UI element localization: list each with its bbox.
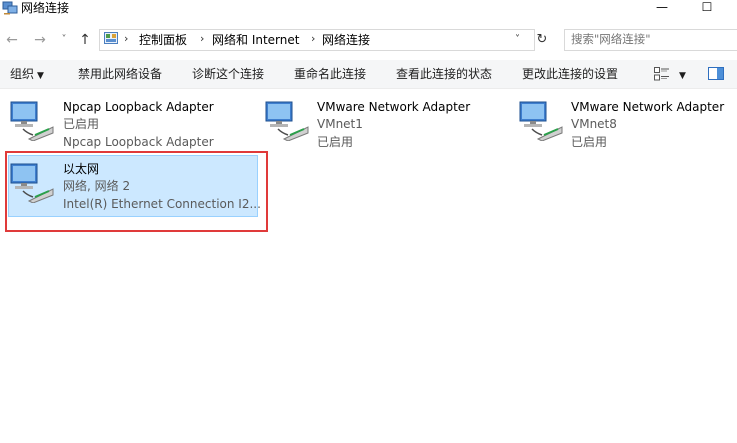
rename-connection-button[interactable]: 重命名此连接 <box>294 66 366 82</box>
window-title: 网络连接 <box>21 1 70 15</box>
control-panel-icon <box>104 32 118 44</box>
search-box[interactable] <box>564 29 737 51</box>
connection-device: 已启用 <box>571 135 608 149</box>
maximize-button[interactable]: ☐ <box>695 0 719 16</box>
recent-locations-button[interactable]: ˅ <box>54 30 74 50</box>
connection-device: 已启用 <box>317 135 354 149</box>
network-adapter-icon <box>10 101 54 141</box>
refresh-button[interactable]: ↻ <box>534 30 550 50</box>
organize-menu[interactable]: 组织 ▼ <box>10 66 44 84</box>
network-adapter-icon <box>519 101 563 141</box>
title-bar: 网络连接 — ☐ <box>0 0 737 18</box>
breadcrumb-separator: › <box>124 32 129 45</box>
address-bar[interactable]: › 控制面板 › 网络和 Internet › 网络连接 ˅ <box>99 29 535 51</box>
network-adapter-icon <box>10 163 54 203</box>
connection-device: Npcap Loopback Adapter <box>63 135 214 149</box>
breadcrumb-separator: › <box>200 32 205 45</box>
connection-name: Npcap Loopback Adapter <box>63 100 214 114</box>
back-button[interactable]: ← <box>2 30 22 50</box>
connection-device: Intel(R) Ethernet Connection I2... <box>63 197 261 211</box>
connection-item-ethernet[interactable]: 以太网 网络, 网络 2 Intel(R) Ethernet Connectio… <box>9 161 261 213</box>
connection-status: 网络, 网络 2 <box>63 179 131 193</box>
command-bar: 组织 ▼ 禁用此网络设备 诊断这个连接 重命名此连接 查看此连接的状态 更改此连接… <box>0 60 737 89</box>
minimize-button[interactable]: — <box>650 0 674 16</box>
breadcrumb-control-panel[interactable]: 控制面板 <box>139 32 187 48</box>
connection-item-vmnet8[interactable]: VMware Network Adapter VMnet8 已启用 <box>518 99 733 151</box>
breadcrumb-separator: › <box>311 32 316 45</box>
view-options-icon[interactable] <box>654 67 670 81</box>
view-options-dropdown-icon[interactable]: ▼ <box>679 68 686 84</box>
connection-status: 已启用 <box>63 117 100 131</box>
connection-name: 以太网 <box>63 162 100 176</box>
address-dropdown-icon[interactable]: ˅ <box>515 32 520 48</box>
change-settings-button[interactable]: 更改此连接的设置 <box>522 66 618 82</box>
navigation-bar: ← → ˅ ↑ › 控制面板 › 网络和 Internet › 网络连接 ˅ ↻ <box>0 26 737 54</box>
breadcrumb-network-internet[interactable]: 网络和 Internet <box>212 32 299 48</box>
network-adapter-icon <box>265 101 309 141</box>
network-connections-app-icon <box>2 1 18 15</box>
view-status-button[interactable]: 查看此连接的状态 <box>396 66 492 82</box>
up-button[interactable]: ↑ <box>75 30 95 50</box>
preview-pane-icon[interactable] <box>708 67 724 80</box>
connection-status: VMnet1 <box>317 117 363 131</box>
chevron-down-icon: ▼ <box>37 71 44 81</box>
organize-label: 组织 <box>10 67 35 81</box>
connection-name: VMware Network Adapter <box>571 100 725 114</box>
breadcrumb-network-connections[interactable]: 网络连接 <box>322 32 370 48</box>
connection-name: VMware Network Adapter <box>317 100 471 114</box>
connection-item-vmnet1[interactable]: VMware Network Adapter VMnet1 已启用 <box>264 99 494 151</box>
forward-button[interactable]: → <box>30 30 50 50</box>
search-input[interactable] <box>565 30 731 48</box>
connection-status: VMnet8 <box>571 117 617 131</box>
disable-device-button[interactable]: 禁用此网络设备 <box>78 66 162 82</box>
connection-item-npcap[interactable]: Npcap Loopback Adapter 已启用 Npcap Loopbac… <box>9 99 249 151</box>
diagnose-connection-button[interactable]: 诊断这个连接 <box>192 66 264 82</box>
